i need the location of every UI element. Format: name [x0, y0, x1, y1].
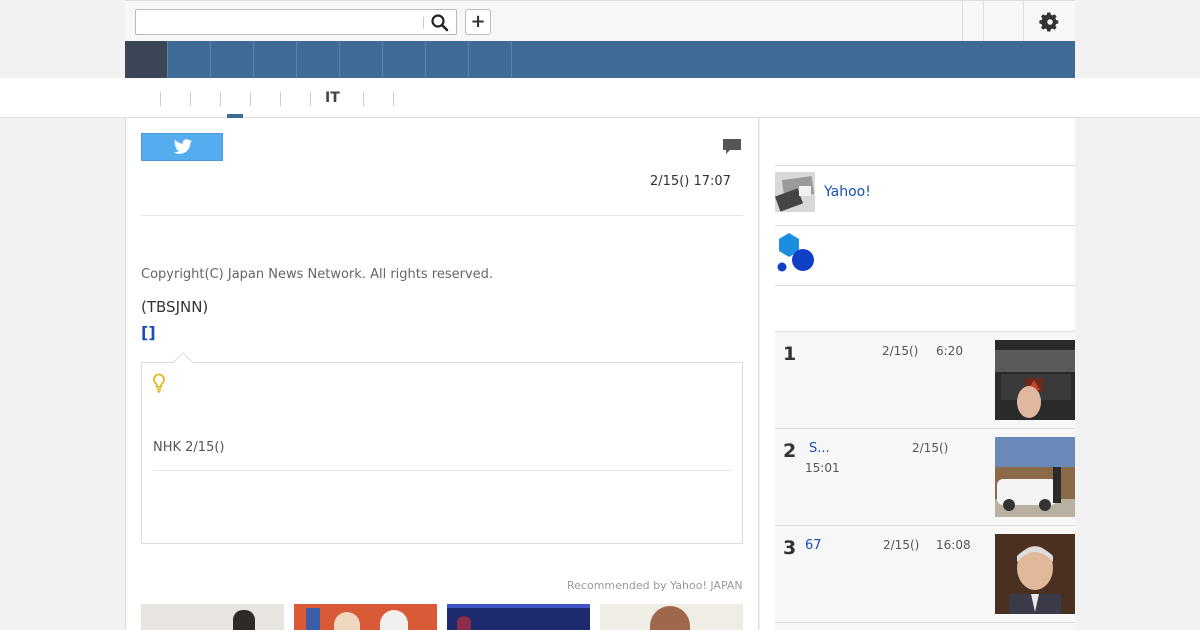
thumbnail-figure — [380, 610, 408, 630]
subnav-separator — [250, 92, 251, 106]
ranking-item[interactable]: 3 67 2/15() 16:08 — [775, 525, 1075, 622]
sidebar-yahoo-link[interactable]: Yahoo! — [824, 184, 871, 200]
rank-time: 16:08 — [936, 538, 971, 552]
sidebar-divider — [775, 225, 1075, 226]
toolbar-divider — [962, 1, 963, 42]
rank-title[interactable]: 67 — [805, 538, 822, 553]
rank-date: 2/15() — [882, 344, 919, 358]
lightbulb-icon — [153, 373, 165, 393]
rank-number: 1 — [783, 343, 797, 365]
rank-date: 2/15() — [912, 441, 949, 455]
article-date: 2/15() 17:07 — [650, 174, 731, 189]
portrait-thumbnail — [995, 534, 1075, 614]
thumbnail-figure — [306, 608, 320, 630]
divider — [153, 470, 731, 471]
source-link[interactable]: [] — [141, 323, 156, 342]
car-thumbnail — [995, 437, 1075, 517]
toolbar-divider — [983, 1, 984, 42]
callout-arrow — [173, 352, 193, 372]
subnav-separator — [190, 92, 191, 106]
subnav-separator — [393, 92, 394, 106]
sidebar-yahoo-row[interactable]: Yahoo! — [775, 172, 1075, 212]
callout-text: NHK 2/15() — [153, 440, 225, 455]
subnav-separator — [160, 92, 161, 106]
subnav-separator — [220, 92, 221, 106]
top-bar: + — [125, 0, 1075, 42]
twitter-icon — [173, 139, 193, 154]
sidebar-divider — [775, 285, 1075, 286]
nav-item[interactable] — [168, 41, 211, 78]
thumbnail-figure — [457, 616, 471, 630]
recommended-thumbnail[interactable] — [294, 604, 437, 630]
thumbnail-figure — [650, 606, 690, 630]
subnav-separator — [280, 92, 281, 106]
copyright-text: Copyright(C) Japan News Network. All rig… — [141, 267, 494, 282]
rank-number: 3 — [783, 537, 797, 559]
recommended-thumbnail[interactable] — [447, 604, 590, 630]
recommended-thumbnail[interactable] — [600, 604, 743, 630]
rank-number: 2 — [783, 440, 797, 462]
comment-icon[interactable] — [722, 138, 742, 156]
subnav-item-it[interactable]: IT — [325, 90, 340, 106]
car-button-thumbnail — [995, 340, 1075, 420]
main-nav — [125, 41, 1075, 78]
nav-item[interactable] — [469, 41, 512, 78]
nav-item-home[interactable] — [125, 41, 168, 78]
article-card: 2/15() 17:07 Copyright(C) Japan News Net… — [125, 118, 759, 630]
search-icon[interactable] — [430, 13, 450, 33]
rank-title[interactable]: S... — [809, 441, 830, 456]
twitter-share-button[interactable] — [141, 133, 223, 161]
rank-date: 2/15() — [883, 538, 920, 552]
hexagon-logo-icon — [777, 233, 814, 272]
search-divider — [423, 17, 424, 29]
nav-item[interactable] — [211, 41, 254, 78]
thumbnail-figure — [334, 612, 360, 630]
add-button[interactable]: + — [465, 9, 491, 35]
subnav-separator — [310, 92, 311, 106]
nav-item[interactable] — [254, 41, 297, 78]
rank-time: 15:01 — [805, 461, 840, 475]
nav-item[interactable] — [426, 41, 469, 78]
rank-time: 6:20 — [936, 344, 963, 358]
related-callout: NHK 2/15() — [141, 352, 743, 544]
recommended-label: Recommended by Yahoo! JAPAN — [567, 579, 743, 592]
laptop-thumbnail — [775, 172, 815, 212]
divider — [141, 215, 743, 216]
divider — [775, 622, 1075, 623]
ranking-item[interactable]: 2 S... 2/15() 15:01 — [775, 428, 1075, 525]
nav-item[interactable] — [340, 41, 383, 78]
subnav-separator — [363, 92, 364, 106]
category-subnav: IT — [0, 78, 1200, 118]
sidebar-logo-row[interactable] — [775, 232, 1075, 272]
nav-item[interactable] — [383, 41, 426, 78]
gear-icon[interactable] — [1039, 11, 1061, 33]
thumbnail-figure — [233, 610, 255, 630]
search-input[interactable] — [135, 9, 457, 35]
nav-item[interactable] — [297, 41, 340, 78]
toolbar-divider — [1023, 1, 1024, 42]
recommended-thumbnail[interactable] — [141, 604, 284, 630]
article-source: (TBSJNN) — [141, 298, 209, 316]
sidebar-divider — [775, 165, 1075, 166]
ranking-item[interactable]: 1 2/15() 6:20 — [775, 331, 1075, 428]
ranking-list: 1 2/15() 6:20 2 S... 2/15() 15:01 3 67 2… — [775, 331, 1075, 630]
thumbnail-stripe — [447, 604, 590, 608]
